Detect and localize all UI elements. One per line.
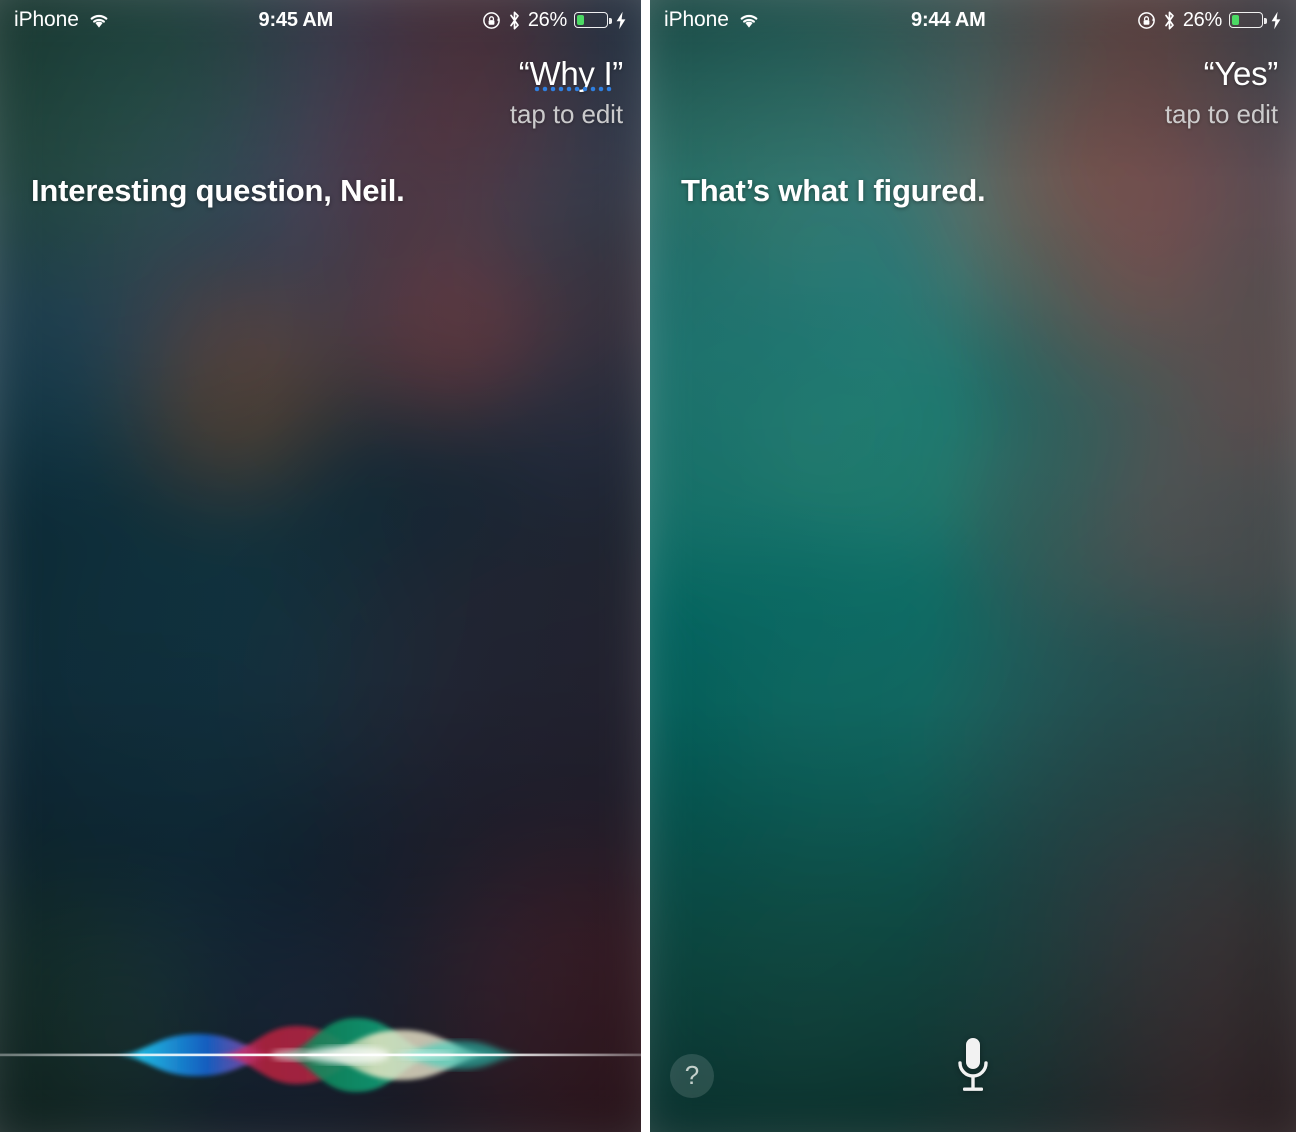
phone-screen-right: iPhone 9:44 AM 26% “Yes” tap to edit Tha… <box>650 0 1296 1132</box>
microphone-button[interactable] <box>943 1028 1003 1106</box>
status-bar-left-group: iPhone <box>14 8 110 32</box>
rotation-lock-icon <box>482 11 501 30</box>
siri-response-text: Interesting question, Neil. <box>31 173 405 208</box>
status-time: 9:45 AM <box>258 8 334 31</box>
status-bar-left: iPhone 9:45 AM 26% <box>0 0 641 40</box>
wallpaper-vignette-left <box>0 0 641 1132</box>
microphone-icon <box>951 1035 995 1099</box>
dictation-underline <box>532 85 613 92</box>
battery-percent-label: 26% <box>527 8 567 31</box>
bluetooth-icon <box>1163 10 1176 31</box>
siri-query-block-left[interactable]: “Why I” tap to edit <box>510 55 623 130</box>
siri-query-label: “Yes” <box>1203 55 1279 92</box>
siri-query-block-right[interactable]: “Yes” tap to edit <box>1165 55 1278 130</box>
carrier-label: iPhone <box>664 8 729 31</box>
carrier-label: iPhone <box>14 8 79 31</box>
siri-query-text[interactable]: “Yes” <box>1203 55 1279 93</box>
siri-screenshot-pair: iPhone 9:45 AM 26% “Why I” tap to edit I… <box>0 0 1296 1140</box>
status-bar-right: iPhone 9:44 AM 26% <box>650 0 1296 40</box>
wifi-icon <box>88 12 110 29</box>
status-bar-right-group: 26% <box>1137 9 1282 32</box>
wallpaper-vignette-right <box>650 0 1296 1132</box>
blurred-wallpaper-left <box>0 0 641 1132</box>
battery-fill <box>1231 15 1240 25</box>
wifi-icon <box>738 12 760 29</box>
status-bar-left-group: iPhone <box>664 8 760 32</box>
siri-query-text[interactable]: “Why I” <box>519 55 624 93</box>
blurred-wallpaper-right <box>650 0 1296 1132</box>
rotation-lock-icon <box>1137 11 1156 30</box>
question-mark-icon: ? <box>684 1060 700 1090</box>
tap-to-edit-hint[interactable]: tap to edit <box>510 99 623 130</box>
help-button[interactable]: ? <box>670 1054 714 1098</box>
tap-to-edit-hint[interactable]: tap to edit <box>1165 99 1278 130</box>
siri-waveform-icon <box>0 1000 641 1110</box>
status-time: 9:44 AM <box>911 8 986 31</box>
bluetooth-icon <box>508 10 521 31</box>
status-bar-right-group: 26% <box>482 9 627 32</box>
battery-icon <box>1229 12 1267 28</box>
lightning-bolt-icon <box>615 11 627 30</box>
phone-screen-left: iPhone 9:45 AM 26% “Why I” tap to edit I… <box>0 0 641 1132</box>
lightning-bolt-icon <box>1270 11 1282 30</box>
battery-icon <box>574 12 612 28</box>
siri-bottom-bar: ? <box>650 1016 1296 1112</box>
battery-fill <box>576 15 585 25</box>
siri-response-text: That’s what I figured. <box>681 173 986 208</box>
battery-percent-label: 26% <box>1182 8 1222 31</box>
